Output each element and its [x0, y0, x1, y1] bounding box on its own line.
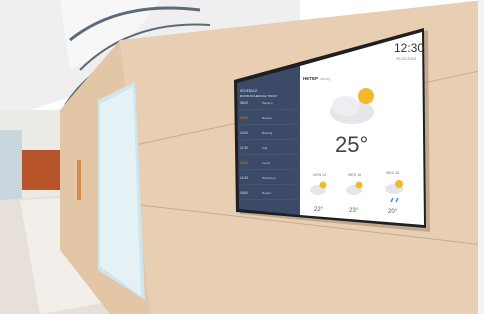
sidebar-header: SCHEDULE — [240, 89, 257, 93]
sun-icon — [355, 181, 363, 189]
location-label: HETEP — [303, 76, 318, 81]
forecast-day: MON 14 — [313, 173, 326, 177]
sidebar-row-text: Call — [262, 146, 268, 150]
sidebar-row-time: 14:30 — [240, 176, 248, 180]
pillar-accent — [77, 160, 81, 200]
sidebar-row-text: Lunch — [262, 161, 271, 165]
hallway-scene: 08:00 Meeting 09:30 Review 10:00 Briefing 11:3… — [0, 0, 484, 314]
sidebar-row-time: 16:00 — [240, 191, 248, 195]
far-window — [0, 130, 22, 200]
clock-date: 29.02.2015 — [396, 56, 417, 61]
forecast-temp: 22° — [314, 207, 324, 213]
sidebar-row-time: 10:00 — [240, 131, 248, 135]
sidebar-row-time: 08:00 — [240, 101, 248, 105]
sidebar-row-time: 09:30 — [240, 116, 248, 120]
forecast-temp: 23° — [349, 208, 359, 214]
sidebar-row-text: Briefing — [262, 131, 273, 135]
clock-time: 12:30 — [394, 41, 424, 55]
location-sub: cloudy — [320, 77, 330, 81]
forecast-day: WED 16 — [348, 173, 361, 177]
sun-icon — [358, 88, 374, 104]
cloud-icon-puff — [332, 96, 360, 116]
sidebar-row-text: Workshop — [262, 176, 276, 180]
sun-icon — [395, 180, 403, 188]
current-temperature: 25° — [335, 132, 368, 157]
sidebar-subheader: ROOM SCHEDULE TODAY — [240, 94, 277, 98]
sidebar-row-text: Report — [262, 191, 271, 195]
far-wall-orange — [22, 150, 62, 190]
sidebar-row-time: 13:00 — [240, 161, 248, 165]
hallway-photo: 08:00 Meeting 09:30 Review 10:00 Briefing 11:3… — [0, 0, 484, 314]
sidebar-row-text: Review — [262, 116, 273, 120]
right-edge — [478, 0, 484, 314]
forecast-day: WED 18 — [386, 171, 399, 175]
sidebar-row-time: 11:30 — [240, 146, 248, 150]
sidebar-row-text: Meeting — [262, 101, 273, 105]
forecast-temp: 20° — [388, 209, 398, 215]
sun-icon — [319, 181, 327, 189]
